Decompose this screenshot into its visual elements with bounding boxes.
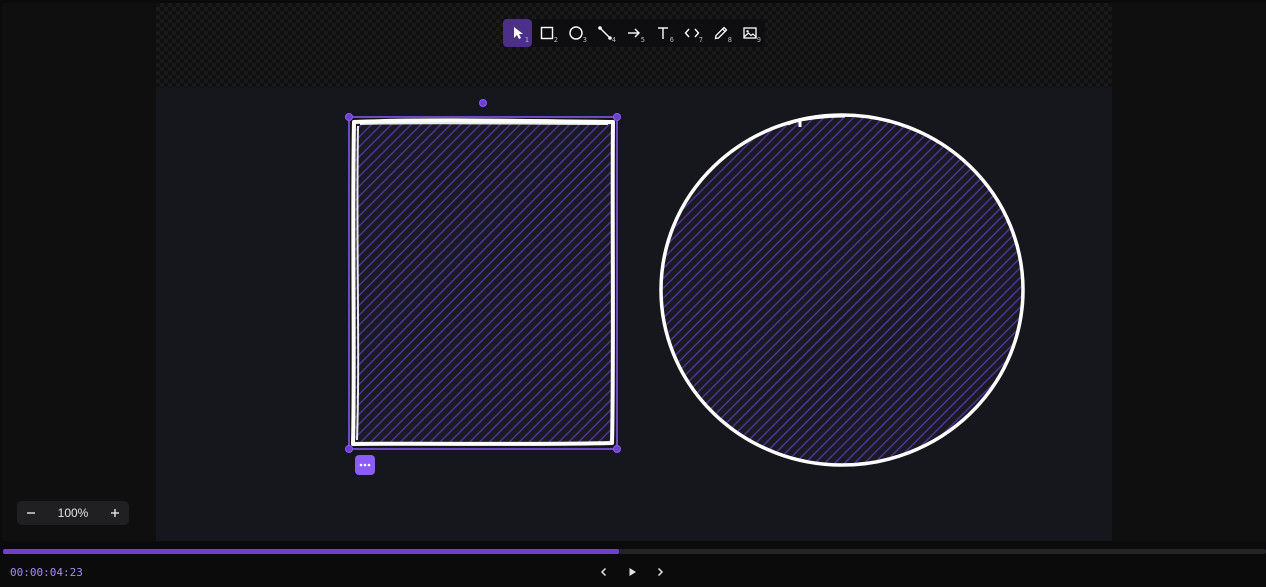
tool-shortcut: 5 <box>640 36 645 44</box>
tool-text[interactable]: 6 <box>648 19 677 47</box>
cursor-icon <box>513 27 523 39</box>
playback-controls <box>596 564 668 580</box>
more-horizontal-icon <box>359 463 371 467</box>
minus-icon <box>27 512 35 514</box>
rectangle-shape[interactable] <box>351 118 615 446</box>
tool-shortcut: 4 <box>611 36 616 44</box>
text-icon <box>657 27 668 39</box>
tool-shortcut: 1 <box>524 36 529 44</box>
code-icon <box>684 28 699 38</box>
zoom-control: 100% <box>17 501 129 525</box>
zoom-out-button[interactable] <box>23 505 39 521</box>
plus-icon <box>110 509 119 517</box>
resize-handle-bottom-right[interactable] <box>613 445 621 453</box>
resize-handle-top-left[interactable] <box>345 113 353 121</box>
rectangle-icon <box>540 26 553 40</box>
tool-image[interactable]: 9 <box>735 19 764 47</box>
pencil-icon <box>714 26 727 40</box>
timeline-progress <box>3 549 620 554</box>
shape-more-options-button[interactable] <box>355 455 375 475</box>
zoom-level: 100% <box>57 506 89 520</box>
tool-arrow[interactable]: 5 <box>619 19 648 47</box>
previous-frame-button[interactable] <box>596 564 612 580</box>
arrow-icon <box>627 28 640 38</box>
tool-select[interactable]: 1 <box>503 19 532 47</box>
tool-line[interactable]: 4 <box>590 19 619 47</box>
tool-shortcut: 8 <box>727 36 732 44</box>
chevron-left-icon <box>600 567 607 577</box>
tool-ellipse[interactable]: 3 <box>561 19 590 47</box>
line-icon <box>597 26 612 40</box>
tool-shortcut: 7 <box>698 36 703 44</box>
image-icon <box>742 27 757 39</box>
resize-handle-bottom-left[interactable] <box>345 445 353 453</box>
zoom-in-button[interactable] <box>107 505 123 521</box>
tool-code[interactable]: 7 <box>677 19 706 47</box>
time-readout: 00:00:04:23 <box>10 566 83 579</box>
tool-toolbar: 1 2 3 4 5 6 7 8 9 <box>503 19 765 47</box>
chevron-right-icon <box>657 567 664 577</box>
play-icon <box>629 568 636 576</box>
tool-shortcut: 9 <box>756 36 761 44</box>
next-frame-button[interactable] <box>652 564 668 580</box>
play-button[interactable] <box>624 564 640 580</box>
ellipse-icon <box>568 26 583 40</box>
tool-pencil[interactable]: 8 <box>706 19 735 47</box>
ellipse-shape[interactable] <box>659 113 1025 467</box>
tool-shortcut: 3 <box>582 36 587 44</box>
timeline-scrubber[interactable] <box>3 549 1266 554</box>
rotation-handle[interactable] <box>479 99 487 107</box>
tool-rectangle[interactable]: 2 <box>532 19 561 47</box>
tool-shortcut: 6 <box>669 36 674 44</box>
resize-handle-top-right[interactable] <box>613 113 621 121</box>
tool-shortcut: 2 <box>553 36 558 44</box>
